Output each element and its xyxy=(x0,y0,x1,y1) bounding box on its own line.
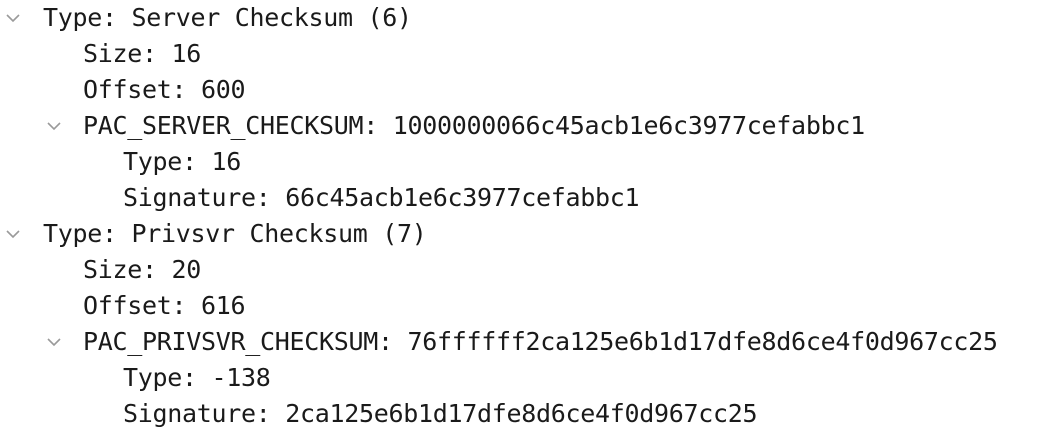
tree-leaf-label: Offset: 616 xyxy=(83,291,246,320)
tree-leaf-label: Signature: 66c45acb1e6c3977cefabbc1 xyxy=(123,183,640,212)
tree-node-label: Type: Server Checksum (6) xyxy=(43,3,412,32)
tree-node-label: PAC_SERVER_CHECKSUM: 1000000066c45acb1e6… xyxy=(83,111,865,140)
chevron-down-icon[interactable] xyxy=(4,216,22,252)
tree-leaf-label: Signature: 2ca125e6b1d17dfe8d6ce4f0d967c… xyxy=(123,399,758,428)
tree-node-label: PAC_PRIVSVR_CHECKSUM: 76ffffff2ca125e6b1… xyxy=(83,327,998,356)
tree-leaf-label: Type: -138 xyxy=(123,363,271,392)
tree-leaf-label: Type: 16 xyxy=(123,147,242,176)
tree-leaf-label: Size: 20 xyxy=(83,255,202,284)
chevron-down-icon[interactable] xyxy=(45,324,63,360)
tree-leaf-label: Offset: 600 xyxy=(83,75,246,104)
chevron-down-icon[interactable] xyxy=(4,0,22,36)
packet-detail-tree: Type: Server Checksum (6) Size: 16 Offse… xyxy=(0,0,1062,432)
tree-leaf-label: Size: 16 xyxy=(83,39,202,68)
tree-node-label: Type: Privsvr Checksum (7) xyxy=(43,219,427,248)
chevron-down-icon[interactable] xyxy=(45,108,63,144)
